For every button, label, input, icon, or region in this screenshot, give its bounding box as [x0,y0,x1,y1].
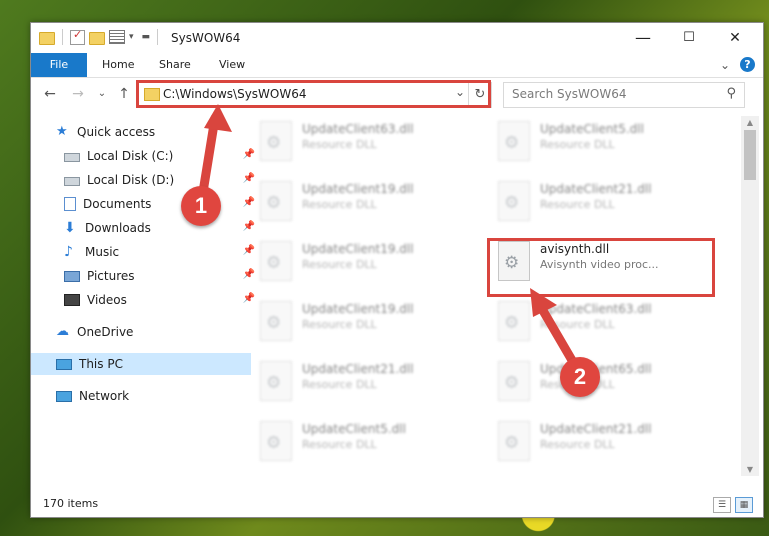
step-2-badge: 2 [560,357,600,397]
annotation-arrows [198,104,578,367]
arrow-1 [198,104,232,197]
step-1-badge: 1 [181,186,221,226]
arrow-2 [530,288,578,367]
